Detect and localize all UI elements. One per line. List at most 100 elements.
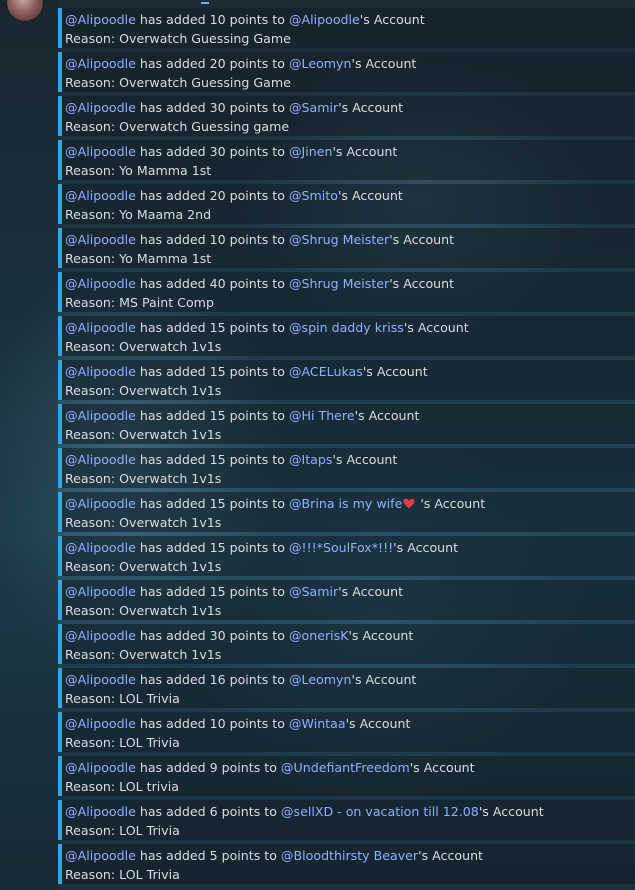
reason-text: Reason: Overwatch 1v1s	[65, 559, 222, 574]
target-mention[interactable]: @onerisK	[289, 628, 349, 643]
account-suffix: 's Account	[338, 584, 404, 599]
actor-mention[interactable]: @Alipoodle	[65, 584, 136, 599]
reason-text: Reason: Overwatch Guessing game	[65, 119, 290, 134]
actor-mention[interactable]: @Alipoodle	[65, 672, 136, 687]
target-mention[interactable]: @UndefiantFreedom	[281, 760, 410, 775]
target-mention[interactable]: @Hi There	[289, 408, 355, 423]
points-text: has added 20 points to	[135, 56, 289, 71]
account-suffix: 's Account	[389, 232, 455, 247]
actor-mention[interactable]: @Alipoodle	[65, 188, 136, 203]
target-mention[interactable]: @Brina is my wife	[289, 496, 402, 511]
points-text: has added 15 points to	[135, 320, 289, 335]
actor-mention[interactable]: @Alipoodle	[65, 276, 136, 291]
points-text: has added 30 points to	[135, 144, 289, 159]
reason-text: Reason: Overwatch Guessing Game	[65, 75, 291, 90]
target-mention[interactable]: @Leomyn	[289, 56, 352, 71]
actor-mention[interactable]: @Alipoodle	[65, 496, 136, 511]
account-suffix: 's Account	[409, 760, 475, 775]
embed-message: @Alipoodle has added 15 points to @Samir…	[58, 580, 635, 620]
points-line: @Alipoodle has added 30 points to @Jinen…	[65, 142, 635, 161]
points-line: @Alipoodle has added 10 points to @Shrug…	[65, 230, 635, 249]
points-line: @Alipoodle has added 30 points to @oneri…	[65, 626, 635, 645]
actor-mention[interactable]: @Alipoodle	[65, 12, 136, 27]
account-suffix: 's Account	[345, 716, 411, 731]
points-line: @Alipoodle has added 15 points to @Itaps…	[65, 450, 635, 469]
target-mention[interactable]: @ACELukas	[289, 364, 363, 379]
actor-mention[interactable]: @Alipoodle	[65, 320, 136, 335]
target-mention[interactable]: @Leomyn	[289, 672, 352, 687]
target-mention[interactable]: @Wintaa	[289, 716, 346, 731]
points-line: @Alipoodle has added 9 points to @Undefi…	[65, 758, 635, 777]
actor-mention[interactable]: @Alipoodle	[65, 540, 136, 555]
left-rail	[0, 0, 58, 890]
points-text: has added 5 points to	[135, 848, 281, 863]
points-line: @Alipoodle has added 5 points to @Bloodt…	[65, 846, 635, 865]
embed-message: @Alipoodle has added 5 points to @Bloodt…	[58, 844, 635, 884]
actor-mention[interactable]: @Alipoodle	[65, 364, 136, 379]
actor-mention[interactable]: @Alipoodle	[65, 100, 136, 115]
points-text: has added 15 points to	[135, 452, 289, 467]
embed-message: @Alipoodle has added 30 points to @Samir…	[58, 96, 635, 136]
target-mention[interactable]: @Samir	[289, 100, 338, 115]
message-feed: @Alipoodle has added 10 points to @Alipo…	[58, 8, 635, 888]
target-mention[interactable]: @spin daddy kriss	[289, 320, 404, 335]
points-text: has added 15 points to	[135, 408, 289, 423]
embed-message: @Alipoodle has added 6 points to @sellXD…	[58, 800, 635, 840]
account-suffix: 's Account	[351, 672, 417, 687]
actor-mention[interactable]: @Alipoodle	[65, 804, 136, 819]
embed-message: @Alipoodle has added 16 points to @Leomy…	[58, 668, 635, 708]
account-suffix: 's Account	[418, 848, 483, 863]
points-text: has added 15 points to	[135, 540, 289, 555]
points-text: has added 15 points to	[135, 496, 289, 511]
embed-message: @Alipoodle has added 30 points to @Jinen…	[58, 140, 635, 180]
points-text: has added 10 points to	[135, 12, 289, 27]
target-mention[interactable]: @Smito	[289, 188, 338, 203]
target-mention[interactable]: @!!!*SoulFox*!!!	[289, 540, 393, 555]
target-mention[interactable]: @Alipoodle	[289, 12, 360, 27]
reason-text: Reason: LOL Trivia	[65, 735, 180, 750]
account-suffix: 's Account	[351, 56, 417, 71]
account-suffix: 's Account	[359, 12, 425, 27]
reason-text: Reason: Overwatch 1v1s	[65, 647, 222, 662]
target-mention[interactable]: @Shrug Meister	[289, 232, 389, 247]
points-text: has added 6 points to	[135, 804, 281, 819]
embed-message: @Alipoodle has added 10 points to @Winta…	[58, 712, 635, 752]
actor-mention[interactable]: @Alipoodle	[65, 716, 136, 731]
actor-mention[interactable]: @Alipoodle	[65, 628, 136, 643]
actor-mention[interactable]: @Alipoodle	[65, 56, 136, 71]
actor-mention[interactable]: @Alipoodle	[65, 848, 136, 863]
actor-mention[interactable]: @Alipoodle	[65, 760, 136, 775]
embed-message: @Alipoodle has added 10 points to @Alipo…	[58, 8, 635, 48]
embed-message: @Alipoodle has added 15 points to @ACELu…	[58, 360, 635, 400]
target-mention[interactable]: @Jinen	[289, 144, 333, 159]
reason-text: Reason: MS Paint Comp	[65, 295, 214, 310]
top-strip	[58, 0, 635, 8]
embed-message: @Alipoodle has added 40 points to @Shrug…	[58, 272, 635, 312]
actor-mention[interactable]: @Alipoodle	[65, 408, 136, 423]
actor-mention[interactable]: @Alipoodle	[65, 452, 136, 467]
target-mention[interactable]: @Samir	[289, 584, 338, 599]
points-line: @Alipoodle has added 30 points to @Samir…	[65, 98, 635, 117]
points-line: @Alipoodle has added 15 points to @!!!*S…	[65, 538, 635, 557]
actor-mention[interactable]: @Alipoodle	[65, 232, 136, 247]
points-line: @Alipoodle has added 15 points to @Samir…	[65, 582, 635, 601]
target-mention[interactable]: @Shrug Meister	[289, 276, 389, 291]
embed-message: @Alipoodle has added 15 points to @!!!*S…	[58, 536, 635, 576]
reason-text: Reason: Yo Maama 2nd	[65, 207, 212, 222]
target-mention[interactable]: @sellXD - on vacation till 12.08	[281, 804, 479, 819]
points-line: @Alipoodle has added 20 points to @Smito…	[65, 186, 635, 205]
points-line: @Alipoodle has added 15 points to @Hi Th…	[65, 406, 635, 425]
reason-text: Reason: LOL Trivia	[65, 823, 180, 838]
cut-off-mention[interactable]	[201, 2, 209, 4]
account-suffix: 's Account	[478, 804, 544, 819]
avatar[interactable]	[6, 0, 44, 22]
reason-text: Reason: LOL trivia	[65, 779, 179, 794]
reason-text: Reason: LOL Trivia	[65, 691, 180, 706]
points-text: has added 10 points to	[135, 716, 289, 731]
target-mention[interactable]: @Bloodthirsty Beaver	[281, 848, 418, 863]
account-suffix: 's Account	[332, 144, 398, 159]
target-mention[interactable]: @Itaps	[289, 452, 333, 467]
points-text: has added 15 points to	[135, 364, 289, 379]
actor-mention[interactable]: @Alipoodle	[65, 144, 136, 159]
heart-icon	[403, 498, 415, 509]
